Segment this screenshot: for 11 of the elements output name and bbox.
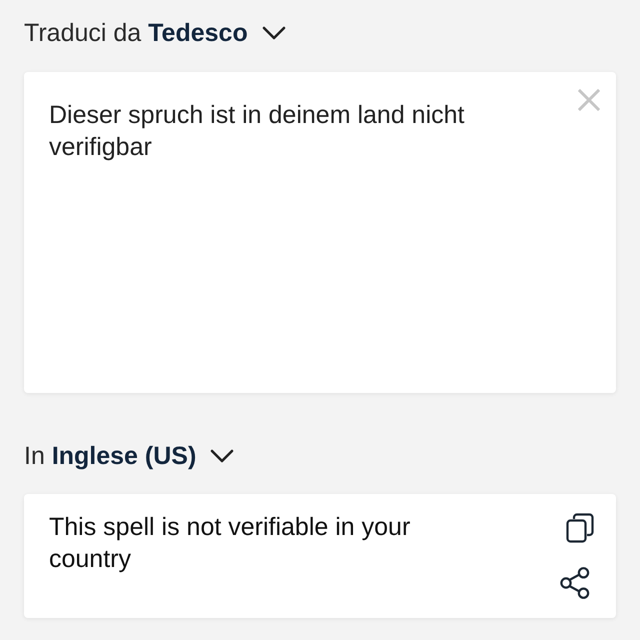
chevron-down-icon bbox=[210, 449, 234, 463]
source-language-selector[interactable]: Traduci da Tedesco bbox=[24, 18, 286, 48]
translation-text: This spell is not verifiable in your country bbox=[49, 512, 412, 575]
chevron-down-icon bbox=[262, 26, 286, 40]
share-button[interactable] bbox=[560, 567, 590, 599]
close-icon bbox=[578, 89, 600, 111]
share-icon bbox=[560, 567, 590, 599]
source-text-field[interactable]: Dieser spruch ist in deinem land nicht verifigbar bbox=[49, 99, 576, 377]
copy-button[interactable] bbox=[566, 513, 594, 543]
copy-icon bbox=[566, 513, 594, 543]
target-language-selector[interactable]: In Inglese (US) bbox=[24, 441, 234, 471]
